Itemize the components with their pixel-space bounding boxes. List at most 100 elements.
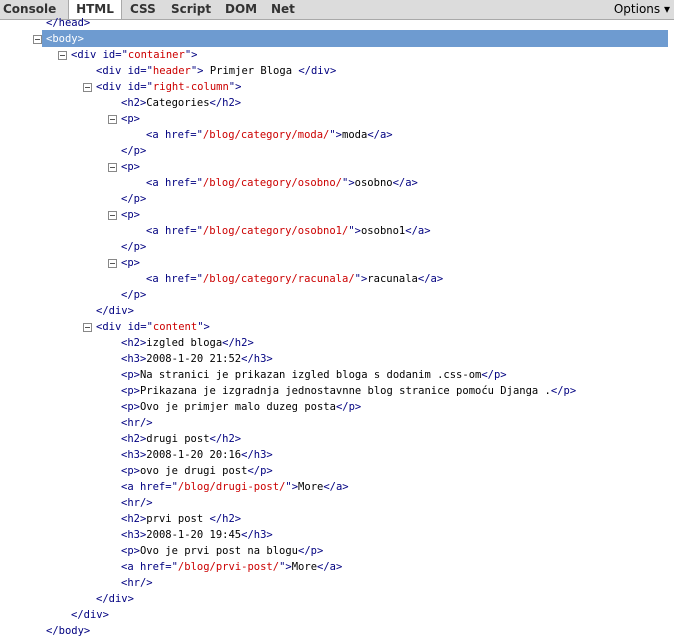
tag-markup: "> [285,481,299,493]
tree-node-line[interactable]: <h2>Categories</h2> [121,95,241,111]
collapse-toggle-icon[interactable] [108,211,117,220]
node-text: Ovo je primjer malo duzeg posta [139,401,336,413]
tag-markup: <h2> [121,337,147,349]
attribute-value: header [152,65,191,77]
tag-markup: <div [71,49,103,61]
tree-node-line[interactable]: <a href="/blog/category/osobno1/">osobno… [146,223,431,239]
attribute-value: right-column [152,81,229,93]
tree-node-line[interactable]: <a href="/blog/category/osobno/">osobno<… [146,175,418,191]
tag-markup: "> [348,225,361,237]
tree-node-line[interactable]: </p> [121,143,146,159]
tag-markup: <p> [121,257,140,269]
tree-node-line[interactable]: <h2>prvi post </h2> [121,511,241,527]
tree-node-line[interactable]: <a href="/blog/prvi-post/">More</a> [121,559,342,575]
tree-node-line[interactable]: <p>ovo je drugi post</p> [121,463,273,479]
tag-markup: <p> [121,465,140,477]
attribute-name: href [139,561,166,573]
tree-node-line[interactable]: </div> [96,591,134,607]
tree-node-line[interactable]: <h3>2008-1-20 20:16</h3> [121,447,273,463]
attribute-name: href [164,177,191,189]
node-text: osobno1 [360,225,406,237]
collapse-toggle-icon[interactable] [108,115,117,124]
tree-node-line[interactable]: <div id="content"> [96,319,210,335]
tag-markup: =" [165,561,178,573]
tree-node-line[interactable]: <a href="/blog/category/moda/">moda</a> [146,127,393,143]
tree-node-line[interactable]: <hr/> [121,575,153,591]
tab-css[interactable]: CSS [130,0,160,19]
tag-markup: </h2> [222,337,254,349]
attribute-name: id [127,321,141,333]
options-menu-button[interactable]: Options ▾ [614,0,670,19]
node-text: More [298,481,324,493]
tag-markup: </div> [71,609,109,621]
collapse-toggle-icon[interactable] [83,83,92,92]
tree-node-line[interactable]: <h2>izgled bloga</h2> [121,335,254,351]
tree-node-line[interactable]: <body> [46,31,84,47]
node-text: racunala [367,273,418,285]
tag-markup: </p> [298,545,324,557]
tag-markup: </p> [121,241,147,253]
tree-node-line[interactable]: <div id="header"> Primjer Bloga </div> [96,63,336,79]
node-text: osobno [354,177,393,189]
tag-markup: "> [228,81,242,93]
tab-script[interactable]: Script [171,0,213,19]
tree-node-line[interactable]: </div> [96,303,134,319]
tag-markup: </a> [392,177,418,189]
tree-node-line[interactable]: <p>Ovo je prvi post na blogu</p> [121,543,323,559]
tab-net[interactable]: Net [271,0,299,19]
tree-node-line[interactable]: <p> [121,159,140,175]
tag-markup: "> [279,561,292,573]
tree-node-line[interactable]: <h3>2008-1-20 21:52</h3> [121,351,273,367]
tree-node-line[interactable]: <p> [121,111,140,127]
tag-markup: <a [121,561,140,573]
collapse-toggle-icon[interactable] [108,163,117,172]
collapse-toggle-icon[interactable] [33,35,42,44]
collapse-toggle-icon[interactable] [108,259,117,268]
tree-node-line[interactable]: <p>Prikazana je izgradnja jednostavnne b… [121,383,576,399]
tag-markup: </head> [46,17,91,29]
tag-markup: "> [329,129,343,141]
tag-markup: =" [190,129,203,141]
tag-markup: "> [190,65,204,77]
tree-node-line[interactable]: <p>Ovo je primjer malo duzeg posta</p> [121,399,361,415]
collapse-toggle-icon[interactable] [83,323,92,332]
tree-node-line[interactable]: </head> [46,15,90,31]
tree-node-line[interactable]: <h2>drugi post</h2> [121,431,241,447]
tag-markup: </p> [121,289,147,301]
tag-markup: <a [146,177,165,189]
tag-markup: <p> [121,161,140,173]
tag-markup: </h3> [241,353,273,365]
tag-markup: =" [165,481,178,493]
tab-dom[interactable]: DOM [225,0,259,19]
tag-markup: <a [121,481,140,493]
tree-node-line[interactable]: </p> [121,287,146,303]
tree-node-line[interactable]: </body> [46,623,90,639]
tree-node-line[interactable]: </p> [121,191,146,207]
tag-markup: <p> [121,209,140,221]
tree-node-line[interactable]: </div> [71,607,109,623]
tree-node-line[interactable]: <hr/> [121,495,153,511]
attribute-name: href [139,481,166,493]
attribute-name: href [164,273,191,285]
tag-markup: </a> [405,225,431,237]
node-text: Primjer Bloga [203,65,299,77]
html-tree[interactable]: </head> <body> <div id="container"> <div id… [0,17,674,643]
tree-node-line[interactable]: <a href="/blog/drugi-post/">More</a> [121,479,349,495]
tree-node-line[interactable]: <div id="container"> [71,47,197,63]
tag-markup: </p> [247,465,273,477]
collapse-toggle-icon[interactable] [58,51,67,60]
tree-node-line[interactable]: <p> [121,255,140,271]
tag-markup: <a [146,129,165,141]
tree-node-line[interactable]: <hr/> [121,415,153,431]
tree-node-line[interactable]: <div id="right-column"> [96,79,241,95]
tree-node-line[interactable]: <h3>2008-1-20 19:45</h3> [121,527,273,543]
tag-markup: </p> [121,145,147,157]
tree-node-line[interactable]: <p>Na stranici je prikazan izgled bloga … [121,367,507,383]
tree-node-line[interactable]: <a href="/blog/category/racunala/">racun… [146,271,443,287]
tree-node-line[interactable]: </p> [121,239,146,255]
tree-node-line[interactable]: <p> [121,207,140,223]
attribute-name: href [164,129,191,141]
node-text: Ovo je prvi post na blogu [139,545,299,557]
attribute-name: href [164,225,191,237]
attribute-name: id [102,49,116,61]
